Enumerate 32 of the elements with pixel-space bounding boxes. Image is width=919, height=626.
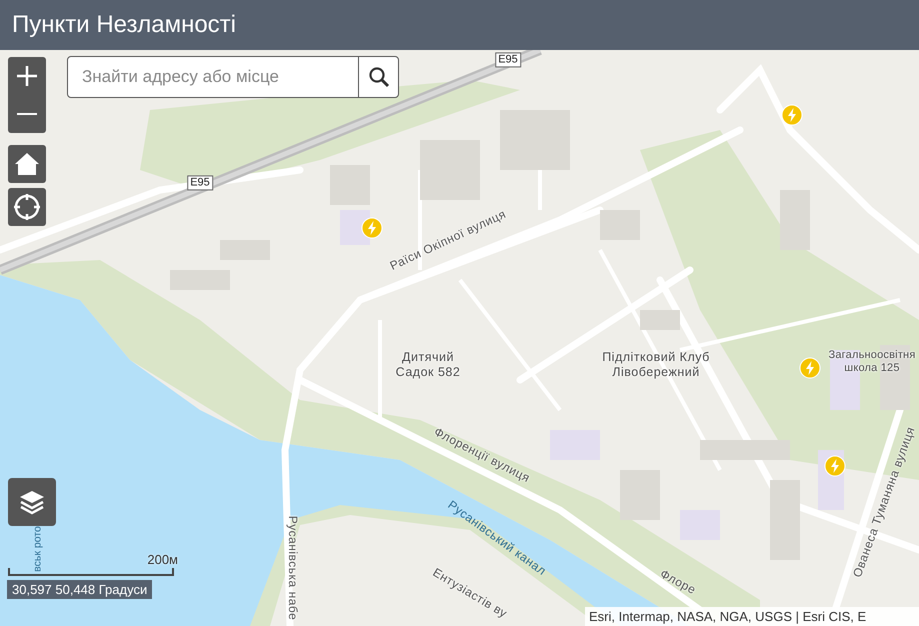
building-footprint: [500, 110, 570, 170]
place-label: Підлітковий Клуб Лівобережний: [601, 350, 711, 380]
coordinates-readout: 30,597 50,448 Градуси: [7, 580, 152, 599]
lightning-marker-icon[interactable]: [361, 217, 383, 239]
minus-icon: [17, 112, 37, 116]
street-label: Русанівська набе: [286, 516, 300, 620]
scale-label: 200м: [147, 552, 178, 567]
building-footprint: [600, 210, 640, 240]
place-label: Загальноосвітня школа 125: [828, 348, 916, 376]
attribution-text: Esri, Intermap, NASA, NGA, USGS | Esri CIS, E: [585, 607, 919, 626]
layers-icon: [18, 489, 46, 515]
crosshair-icon: [13, 193, 41, 221]
home-button[interactable]: [8, 145, 46, 183]
search-field[interactable]: Знайти адресу або місце: [68, 57, 358, 97]
building-footprint: [420, 140, 480, 200]
search-icon: [368, 66, 390, 88]
water-label: вськ рото: [32, 526, 44, 572]
plus-icon: [16, 65, 38, 87]
lightning-marker-icon[interactable]: [781, 104, 803, 126]
search-bar[interactable]: Знайти адресу або місце: [67, 56, 399, 98]
lightning-marker-icon[interactable]: [824, 455, 846, 477]
layers-button[interactable]: [8, 478, 56, 526]
home-icon: [14, 152, 40, 176]
highway-shield: E95: [495, 52, 521, 68]
building-footprint: [640, 310, 680, 330]
building-footprint: [620, 470, 660, 520]
app-title: Пункти Незламності: [12, 11, 236, 39]
building-footprint: [780, 190, 810, 250]
locate-button[interactable]: [8, 188, 46, 226]
place-label: Дитячий Садок 582: [394, 350, 462, 380]
highway-shield: E95: [187, 175, 213, 191]
lightning-marker-icon[interactable]: [799, 357, 821, 379]
